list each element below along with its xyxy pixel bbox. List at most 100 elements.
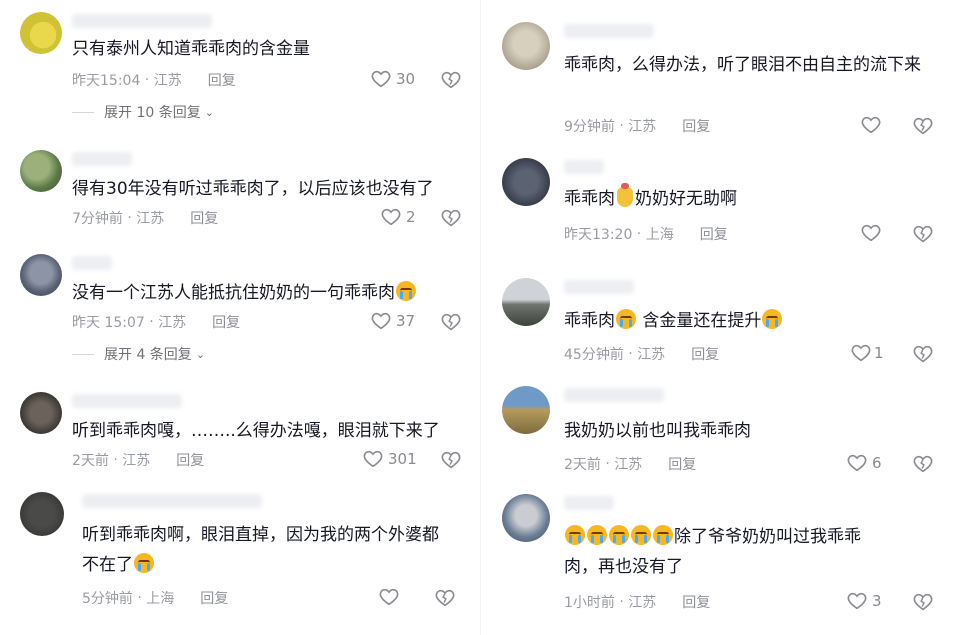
comment-region: 上海 [645, 227, 674, 243]
avatar[interactable] [20, 12, 62, 54]
comment-text: 我奶奶以前也叫我乖乖肉 [564, 421, 751, 441]
avatar[interactable] [20, 392, 62, 434]
like-button[interactable]: 2 [380, 206, 416, 228]
heart-outline-icon [363, 450, 383, 468]
avatar[interactable] [20, 492, 64, 536]
comment-item: 除了爷爷奶奶叫过我乖乖 肉，再也没有了 1小时前 · 江苏 回复 3 [490, 494, 960, 634]
comment-region: 江苏 [136, 211, 165, 227]
reply-button[interactable]: 回复 [700, 224, 728, 244]
comment-region: 江苏 [122, 453, 151, 469]
dislike-button[interactable] [912, 115, 934, 141]
dislike-button[interactable] [912, 223, 934, 249]
comment-item: 乖乖肉 奶奶好无助啊 昨天13:20 · 上海 回复 [490, 158, 960, 258]
heart-outline-icon [379, 588, 399, 606]
like-button[interactable] [860, 114, 882, 136]
comment-time: 2天前 [72, 453, 109, 469]
username-blurred[interactable] [72, 394, 182, 408]
crying-face-icon [609, 525, 629, 545]
dislike-button[interactable] [912, 343, 934, 369]
like-button[interactable]: 301 [362, 448, 417, 470]
comment-meta: 昨天15:04 · 江苏 回复 [72, 70, 236, 90]
username-blurred[interactable] [564, 388, 664, 402]
username-blurred[interactable] [564, 496, 614, 510]
like-button[interactable] [860, 222, 882, 244]
dislike-button[interactable] [912, 591, 934, 617]
reply-button[interactable]: 回复 [176, 450, 204, 470]
avatar[interactable] [20, 254, 62, 296]
heart-outline-icon [371, 70, 391, 88]
like-button[interactable]: 37 [370, 310, 415, 332]
expand-replies[interactable]: 展开 4 条回复 ⌄ [72, 344, 205, 364]
username-blurred[interactable] [82, 494, 262, 508]
comment-text: 乖乖肉 含金量还在提升 [564, 306, 934, 336]
dislike-button[interactable] [440, 207, 462, 233]
like-button[interactable]: 3 [846, 590, 882, 612]
avatar[interactable] [502, 278, 550, 326]
reply-button[interactable]: 回复 [212, 312, 240, 332]
broken-heart-icon [441, 71, 461, 89]
comments-column-left: 只有泰州人知道乖乖肉的含金量 昨天15:04 · 江苏 回复 30 展开 10 … [0, 0, 470, 635]
comment-region: 江苏 [158, 315, 187, 331]
comment-region: 江苏 [153, 73, 182, 89]
heart-outline-icon [847, 454, 867, 472]
comment-text: 听到乖乖肉啊，眼泪直掉，因为我的两个外婆都不在了 [82, 525, 439, 575]
like-button[interactable] [378, 586, 400, 608]
comment-item: 我奶奶以前也叫我乖乖肉 2天前 · 江苏 回复 6 [490, 386, 960, 486]
heart-outline-icon [371, 312, 391, 330]
crying-face-icon [396, 281, 416, 301]
like-button[interactable]: 6 [846, 452, 882, 474]
username-blurred[interactable] [72, 256, 112, 270]
expand-replies[interactable]: 展开 10 条回复 ⌄ [72, 102, 214, 122]
dislike-button[interactable] [440, 449, 462, 475]
avatar[interactable] [502, 22, 550, 70]
comment-item: 只有泰州人知道乖乖肉的含金量 昨天15:04 · 江苏 回复 30 展开 10 … [0, 12, 470, 122]
broken-heart-icon [441, 209, 461, 227]
comment-time: 昨天13:20 [564, 227, 633, 243]
comment-meta: 昨天 15:07 · 江苏 回复 [72, 312, 241, 332]
username-blurred[interactable] [72, 152, 132, 166]
reply-button[interactable]: 回复 [682, 592, 710, 612]
avatar[interactable] [502, 158, 550, 206]
comment-meta: 1小时前 · 江苏 回复 [564, 592, 711, 612]
chevron-down-icon: ⌄ [195, 347, 206, 361]
broken-heart-icon [913, 225, 933, 243]
avatar[interactable] [20, 150, 62, 192]
like-count: 2 [406, 208, 416, 226]
like-button[interactable]: 1 [850, 342, 884, 364]
dislike-button[interactable] [440, 311, 462, 337]
comment-time: 5分钟前 [82, 591, 133, 607]
crying-face-icon [762, 309, 783, 329]
dislike-button[interactable] [440, 69, 462, 95]
username-blurred[interactable] [564, 160, 604, 174]
broken-heart-icon [913, 345, 933, 363]
like-count: 1 [874, 344, 884, 362]
comment-text: 得有30年没有听过乖乖肉了，以后应该也没有了 [72, 179, 434, 199]
dislike-button[interactable] [912, 453, 934, 479]
comment-region: 江苏 [628, 595, 657, 611]
crying-face-icon [565, 525, 585, 545]
like-button[interactable]: 30 [370, 68, 415, 90]
username-blurred[interactable] [564, 24, 654, 38]
reply-button[interactable]: 回复 [682, 116, 710, 136]
comment-meta: 5分钟前 · 上海 回复 [82, 588, 229, 608]
avatar[interactable] [502, 494, 550, 542]
avatar[interactable] [502, 386, 550, 434]
reply-button[interactable]: 回复 [208, 70, 236, 90]
comment-text: 乖乖肉 奶奶好无助啊 [564, 183, 737, 209]
chevron-down-icon: ⌄ [204, 105, 214, 119]
comment-time: 7分钟前 [72, 211, 123, 227]
heart-outline-icon [861, 116, 881, 134]
like-count: 3 [872, 592, 882, 610]
column-divider [480, 0, 481, 635]
reply-button[interactable]: 回复 [668, 454, 696, 474]
comment-time: 2天前 [564, 457, 601, 473]
dislike-button[interactable] [434, 587, 456, 613]
username-blurred[interactable] [564, 280, 634, 294]
broken-heart-icon [435, 589, 455, 607]
reply-button[interactable]: 回复 [190, 208, 218, 228]
comments-column-right: 乖乖肉，么得办法，听了眼泪不由自主的流下来 9分钟前 · 江苏 回复 乖乖肉 奶奶… [490, 0, 960, 635]
reply-button[interactable]: 回复 [691, 344, 719, 364]
username-blurred[interactable] [72, 14, 212, 28]
reply-button[interactable]: 回复 [200, 588, 228, 608]
comment-item: 听到乖乖肉嘎，……..么得办法嘎，眼泪就下来了 2天前 · 江苏 回复 301 [0, 392, 470, 482]
